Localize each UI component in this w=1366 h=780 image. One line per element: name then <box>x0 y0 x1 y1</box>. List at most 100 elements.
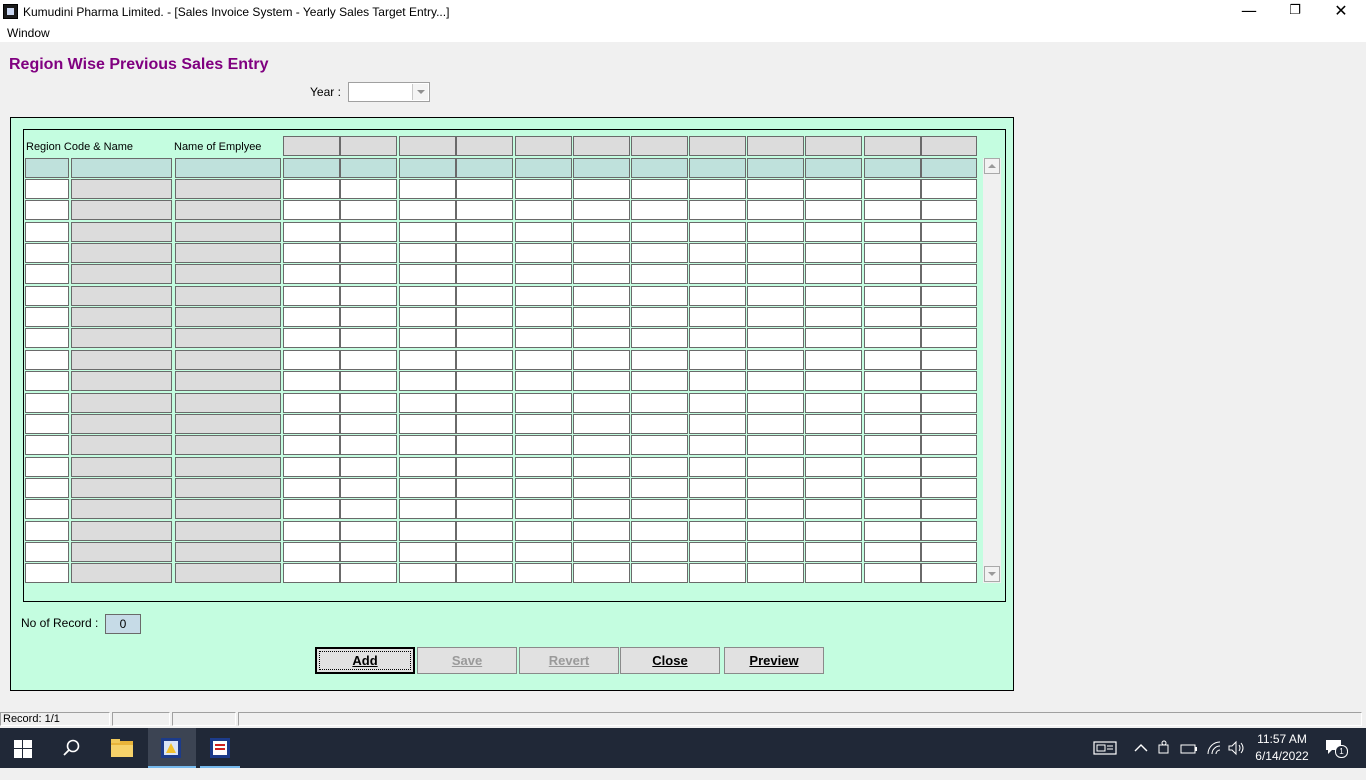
grid-cell[interactable] <box>283 264 340 284</box>
grid-cell[interactable] <box>283 307 340 327</box>
grid-cell[interactable] <box>631 264 688 284</box>
grid-cell[interactable] <box>456 371 513 391</box>
grid-cell[interactable] <box>747 521 804 541</box>
grid-cell[interactable] <box>399 243 456 263</box>
grid-cell[interactable] <box>25 200 69 220</box>
grid-cell[interactable] <box>747 499 804 519</box>
grid-cell[interactable] <box>573 393 630 413</box>
grid-cell[interactable] <box>689 499 746 519</box>
grid-cell[interactable] <box>747 243 804 263</box>
grid-cell[interactable] <box>921 179 977 199</box>
grid-cell[interactable] <box>689 393 746 413</box>
grid-cell[interactable] <box>631 307 688 327</box>
grid-cell[interactable] <box>747 457 804 477</box>
notification-icon[interactable]: 1 <box>1324 738 1348 758</box>
grid-cell[interactable] <box>515 328 572 348</box>
grid-cell[interactable] <box>805 371 862 391</box>
grid-cell[interactable] <box>515 414 572 434</box>
grid-cell[interactable] <box>399 478 456 498</box>
grid-cell[interactable] <box>864 435 921 455</box>
grid-cell[interactable] <box>921 286 977 306</box>
grid-cell[interactable] <box>340 307 397 327</box>
grid-cell[interactable] <box>689 243 746 263</box>
grid-cell[interactable] <box>25 328 69 348</box>
grid-cell[interactable] <box>283 435 340 455</box>
grid-cell[interactable] <box>25 521 69 541</box>
grid-cell[interactable] <box>921 328 977 348</box>
grid-cell[interactable] <box>631 542 688 562</box>
grid-cell[interactable] <box>864 371 921 391</box>
grid-cell[interactable] <box>921 371 977 391</box>
grid-cell[interactable] <box>340 222 397 242</box>
grid-cell[interactable] <box>340 286 397 306</box>
grid-cell[interactable] <box>864 542 921 562</box>
grid-cell[interactable] <box>864 179 921 199</box>
grid-cell[interactable] <box>747 435 804 455</box>
grid-cell[interactable] <box>456 307 513 327</box>
grid-cell[interactable] <box>340 264 397 284</box>
grid-cell[interactable] <box>689 179 746 199</box>
preview-button[interactable]: Preview <box>724 647 824 674</box>
grid-cell[interactable] <box>805 179 862 199</box>
grid-cell[interactable] <box>515 200 572 220</box>
grid-cell[interactable] <box>456 264 513 284</box>
grid-cell[interactable] <box>689 521 746 541</box>
grid-cell[interactable] <box>631 243 688 263</box>
grid-cell[interactable] <box>25 563 69 583</box>
grid-cell[interactable] <box>805 521 862 541</box>
grid-cell[interactable] <box>340 414 397 434</box>
grid-cell[interactable] <box>515 393 572 413</box>
grid-cell[interactable] <box>573 457 630 477</box>
grid-cell[interactable] <box>340 457 397 477</box>
grid-cell[interactable] <box>689 328 746 348</box>
grid-cell[interactable] <box>340 371 397 391</box>
grid-cell[interactable] <box>399 286 456 306</box>
grid-cell[interactable] <box>573 414 630 434</box>
grid-cell[interactable] <box>456 521 513 541</box>
grid-cell[interactable] <box>631 200 688 220</box>
grid-cell[interactable] <box>399 457 456 477</box>
grid-cell[interactable] <box>864 350 921 370</box>
grid-scrollbar[interactable] <box>983 158 1001 583</box>
grid-cell[interactable] <box>456 435 513 455</box>
scroll-up-icon[interactable] <box>984 158 1000 174</box>
grid-cell[interactable] <box>689 435 746 455</box>
grid-cell[interactable] <box>573 371 630 391</box>
grid-cell[interactable] <box>573 478 630 498</box>
grid-cell[interactable] <box>631 478 688 498</box>
grid-cell[interactable] <box>921 435 977 455</box>
grid-cell[interactable] <box>399 435 456 455</box>
grid-cell[interactable] <box>340 243 397 263</box>
grid-cell[interactable] <box>340 350 397 370</box>
meet-now-icon[interactable] <box>1157 740 1173 756</box>
grid-cell[interactable] <box>689 542 746 562</box>
grid-cell[interactable] <box>573 435 630 455</box>
grid-cell[interactable] <box>283 328 340 348</box>
grid-cell[interactable] <box>864 264 921 284</box>
grid-cell[interactable] <box>747 414 804 434</box>
grid-cell[interactable] <box>25 499 69 519</box>
grid-cell[interactable] <box>864 222 921 242</box>
grid-cell[interactable] <box>456 200 513 220</box>
grid-cell[interactable] <box>573 328 630 348</box>
grid-cell[interactable] <box>515 499 572 519</box>
grid-cell[interactable] <box>399 200 456 220</box>
grid-cell[interactable] <box>399 393 456 413</box>
grid-cell[interactable] <box>921 393 977 413</box>
grid-cell[interactable] <box>864 243 921 263</box>
grid-cell[interactable] <box>283 521 340 541</box>
grid-cell[interactable] <box>631 457 688 477</box>
grid-cell[interactable] <box>399 521 456 541</box>
grid-cell[interactable] <box>689 222 746 242</box>
grid-cell[interactable] <box>283 478 340 498</box>
grid-cell[interactable] <box>689 350 746 370</box>
grid-cell[interactable] <box>340 435 397 455</box>
grid-cell[interactable] <box>805 499 862 519</box>
input-indicator-icon[interactable] <box>1093 740 1117 756</box>
grid-cell[interactable] <box>747 179 804 199</box>
grid-cell[interactable] <box>399 414 456 434</box>
grid-cell[interactable] <box>805 414 862 434</box>
menu-window[interactable]: Window <box>7 26 50 40</box>
grid-cell[interactable] <box>631 563 688 583</box>
grid-cell[interactable] <box>631 393 688 413</box>
